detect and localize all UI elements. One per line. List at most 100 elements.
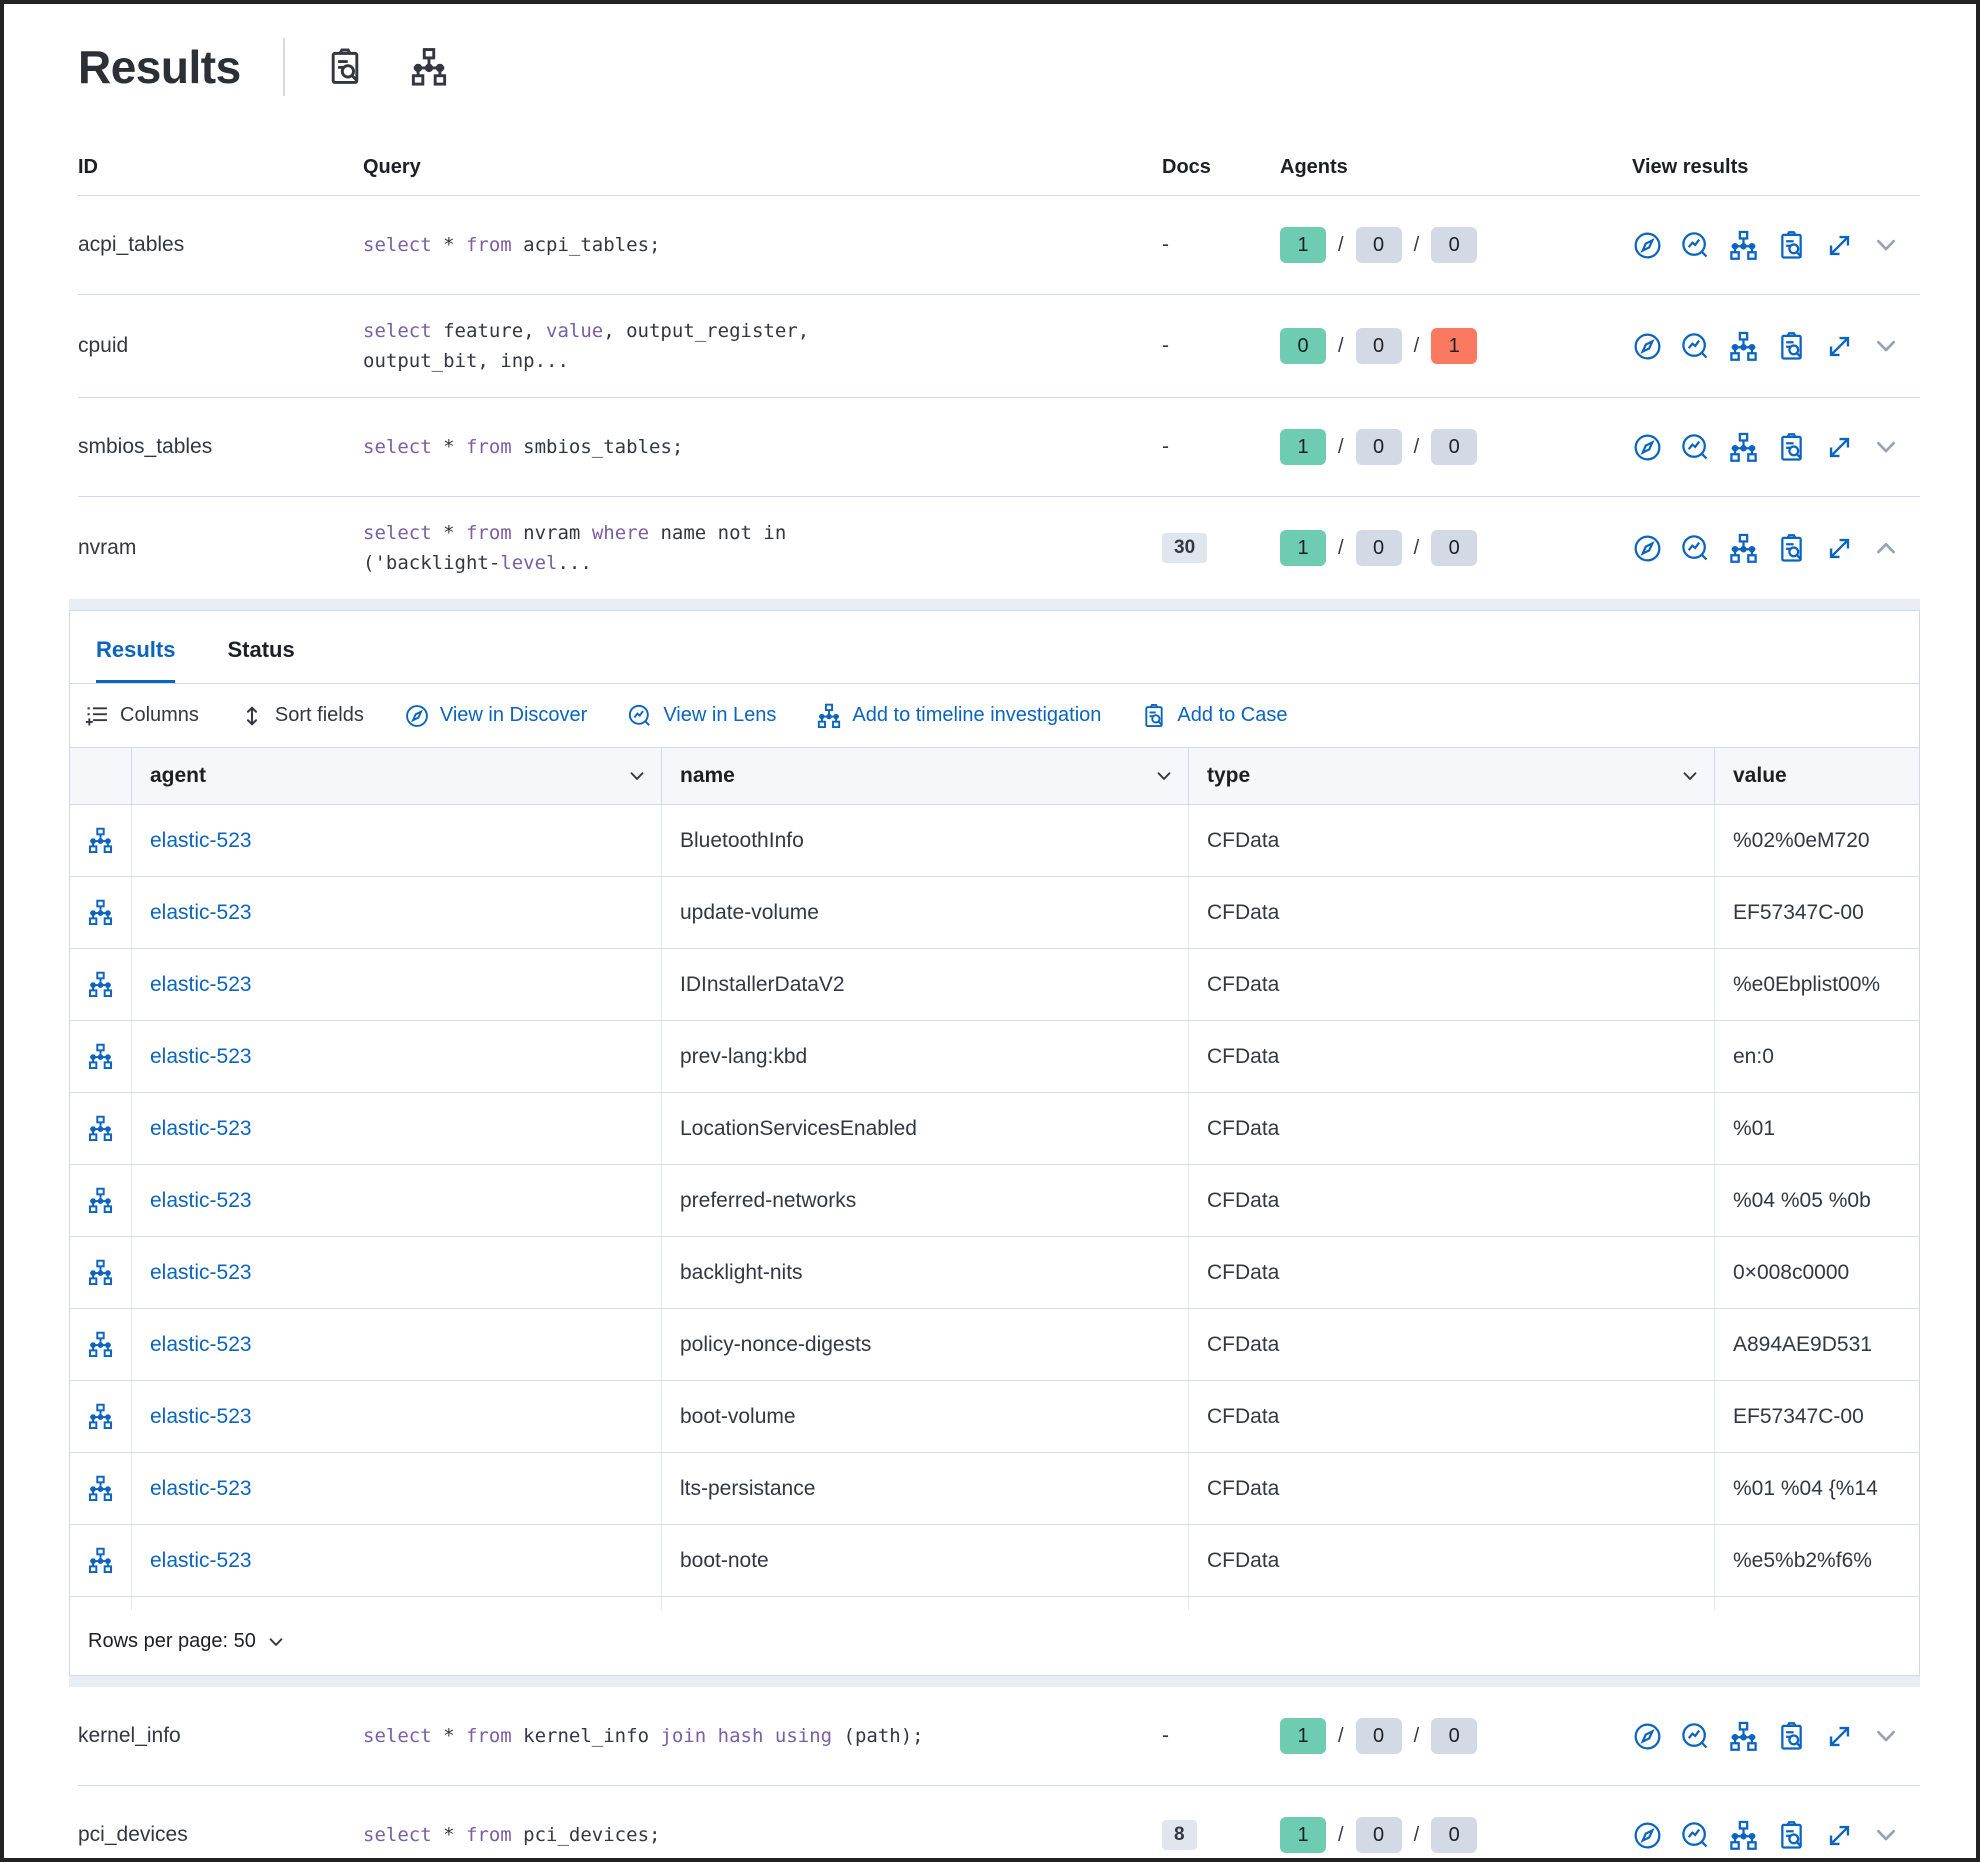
chevron-down-icon[interactable] [266, 1632, 286, 1652]
expand-icon[interactable] [1824, 533, 1855, 564]
value-cell: %e0Ebplist00% [1715, 949, 1919, 1020]
timeline-icon[interactable] [409, 47, 449, 87]
discover-icon[interactable] [1632, 533, 1663, 564]
discover-icon[interactable] [1632, 331, 1663, 362]
timeline-icon[interactable] [1728, 533, 1759, 564]
agent-link[interactable]: elastic-523 [150, 1189, 252, 1213]
sort-icon [239, 703, 265, 729]
header-cell-actions [70, 748, 132, 804]
discover-icon[interactable] [1632, 1820, 1663, 1851]
lens-icon[interactable] [1680, 533, 1711, 564]
case-icon[interactable] [1776, 432, 1807, 463]
expand-icon[interactable] [1824, 331, 1855, 362]
row-timeline-action[interactable] [70, 1381, 132, 1452]
agent-cell: elastic-523 [132, 805, 662, 876]
timeline-icon[interactable] [1728, 1721, 1759, 1752]
header-cell-type[interactable]: type [1189, 748, 1715, 804]
case-icon[interactable] [1776, 1820, 1807, 1851]
columns-button[interactable]: Columns [84, 703, 199, 729]
lens-icon[interactable] [1680, 1820, 1711, 1851]
row-timeline-action[interactable] [70, 1525, 132, 1596]
row-timeline-action[interactable] [70, 949, 132, 1020]
case-icon[interactable] [1776, 230, 1807, 261]
agent-link[interactable]: elastic-523 [150, 1117, 252, 1141]
tab-results[interactable]: Results [96, 637, 175, 683]
view-in-discover-label: View in Discover [440, 704, 587, 727]
timeline-icon[interactable] [1728, 331, 1759, 362]
expand-icon[interactable] [1824, 1721, 1855, 1752]
query-id: cpuid [78, 334, 363, 358]
agent-link[interactable]: elastic-523 [150, 829, 252, 853]
discover-icon[interactable] [1632, 230, 1663, 261]
row-timeline-action[interactable] [70, 1021, 132, 1092]
chevron-down-icon[interactable] [1872, 1821, 1900, 1849]
agents-status: 1/ 0/ 0 [1280, 530, 1632, 566]
header-cell-name[interactable]: name [662, 748, 1189, 804]
docs-value: - [1162, 334, 1169, 357]
agent-link[interactable]: elastic-523 [150, 973, 252, 997]
chevron-down-icon[interactable] [1872, 231, 1900, 259]
agent-link[interactable]: elastic-523 [150, 901, 252, 925]
agent-link[interactable]: elastic-523 [150, 1549, 252, 1573]
row-timeline-action[interactable] [70, 1093, 132, 1164]
row-timeline-action[interactable] [70, 1309, 132, 1380]
chevron-down-icon[interactable] [1872, 1722, 1900, 1750]
expand-icon[interactable] [1824, 1820, 1855, 1851]
chevron-down-icon[interactable] [1872, 332, 1900, 360]
timeline-icon[interactable] [1728, 432, 1759, 463]
add-to-case-button[interactable]: Add to Case [1141, 703, 1287, 729]
case-icon[interactable] [1776, 1721, 1807, 1752]
agent-cell: elastic-523 [132, 1021, 662, 1092]
chevron-down-icon[interactable] [1872, 433, 1900, 461]
row-timeline-action[interactable] [70, 877, 132, 948]
header-cell-value[interactable]: value [1715, 748, 1919, 804]
row-timeline-action[interactable] [70, 1237, 132, 1308]
results-grid-body: elastic-523 BluetoothInfo CFData %02%0eM… [70, 805, 1919, 1597]
row-timeline-action[interactable] [70, 805, 132, 876]
add-to-timeline-button[interactable]: Add to timeline investigation [816, 703, 1101, 729]
agents-pending-badge: 0 [1356, 1718, 1402, 1754]
name-cell: prev-lang:kbd [662, 1021, 1189, 1092]
timeline-icon[interactable] [1728, 1820, 1759, 1851]
view-in-discover-button[interactable]: View in Discover [404, 703, 587, 729]
agent-link[interactable]: elastic-523 [150, 1405, 252, 1429]
lens-icon[interactable] [1680, 230, 1711, 261]
agent-link[interactable]: elastic-523 [150, 1045, 252, 1069]
chevron-down-icon [1154, 766, 1174, 786]
view-in-lens-button[interactable]: View in Lens [627, 703, 776, 729]
chevron-up-icon[interactable] [1872, 534, 1900, 562]
agents-status: 1/ 0/ 0 [1280, 227, 1632, 263]
agents-failed-badge: 0 [1431, 1718, 1477, 1754]
case-icon[interactable] [1776, 533, 1807, 564]
lens-icon[interactable] [1680, 432, 1711, 463]
case-icon[interactable] [1776, 331, 1807, 362]
agent-link[interactable]: elastic-523 [150, 1261, 252, 1285]
timeline-icon[interactable] [1728, 230, 1759, 261]
page-header: Results [4, 4, 1976, 96]
header-cell-agent[interactable]: agent [132, 748, 662, 804]
docs-value: - [1162, 233, 1169, 256]
page-title: Results [78, 40, 241, 94]
query-id: kernel_info [78, 1724, 363, 1748]
view-in-lens-label: View in Lens [663, 704, 776, 727]
lens-icon[interactable] [1680, 1721, 1711, 1752]
type-cell: CFData [1189, 877, 1715, 948]
agents-success-badge: 0 [1280, 328, 1326, 364]
value-cell: %04 %05 %0b [1715, 1165, 1919, 1236]
agent-link[interactable]: elastic-523 [150, 1477, 252, 1501]
inspect-icon[interactable] [325, 47, 365, 87]
tab-status[interactable]: Status [227, 637, 294, 683]
lens-icon[interactable] [1680, 331, 1711, 362]
row-timeline-action[interactable] [70, 1453, 132, 1524]
agent-link[interactable]: elastic-523 [150, 1333, 252, 1357]
row-timeline-action[interactable] [70, 1165, 132, 1236]
expanded-row-area: Results Status Columns Sort fields View … [69, 599, 1920, 1687]
discover-icon[interactable] [1632, 1721, 1663, 1752]
sort-fields-button[interactable]: Sort fields [239, 703, 364, 729]
expand-icon[interactable] [1824, 432, 1855, 463]
rows-per-page[interactable]: Rows per page: 50 [88, 1630, 256, 1653]
discover-icon[interactable] [1632, 432, 1663, 463]
type-cell: CFData [1189, 1525, 1715, 1596]
agents-status: 1/ 0/ 0 [1280, 1817, 1632, 1853]
expand-icon[interactable] [1824, 230, 1855, 261]
